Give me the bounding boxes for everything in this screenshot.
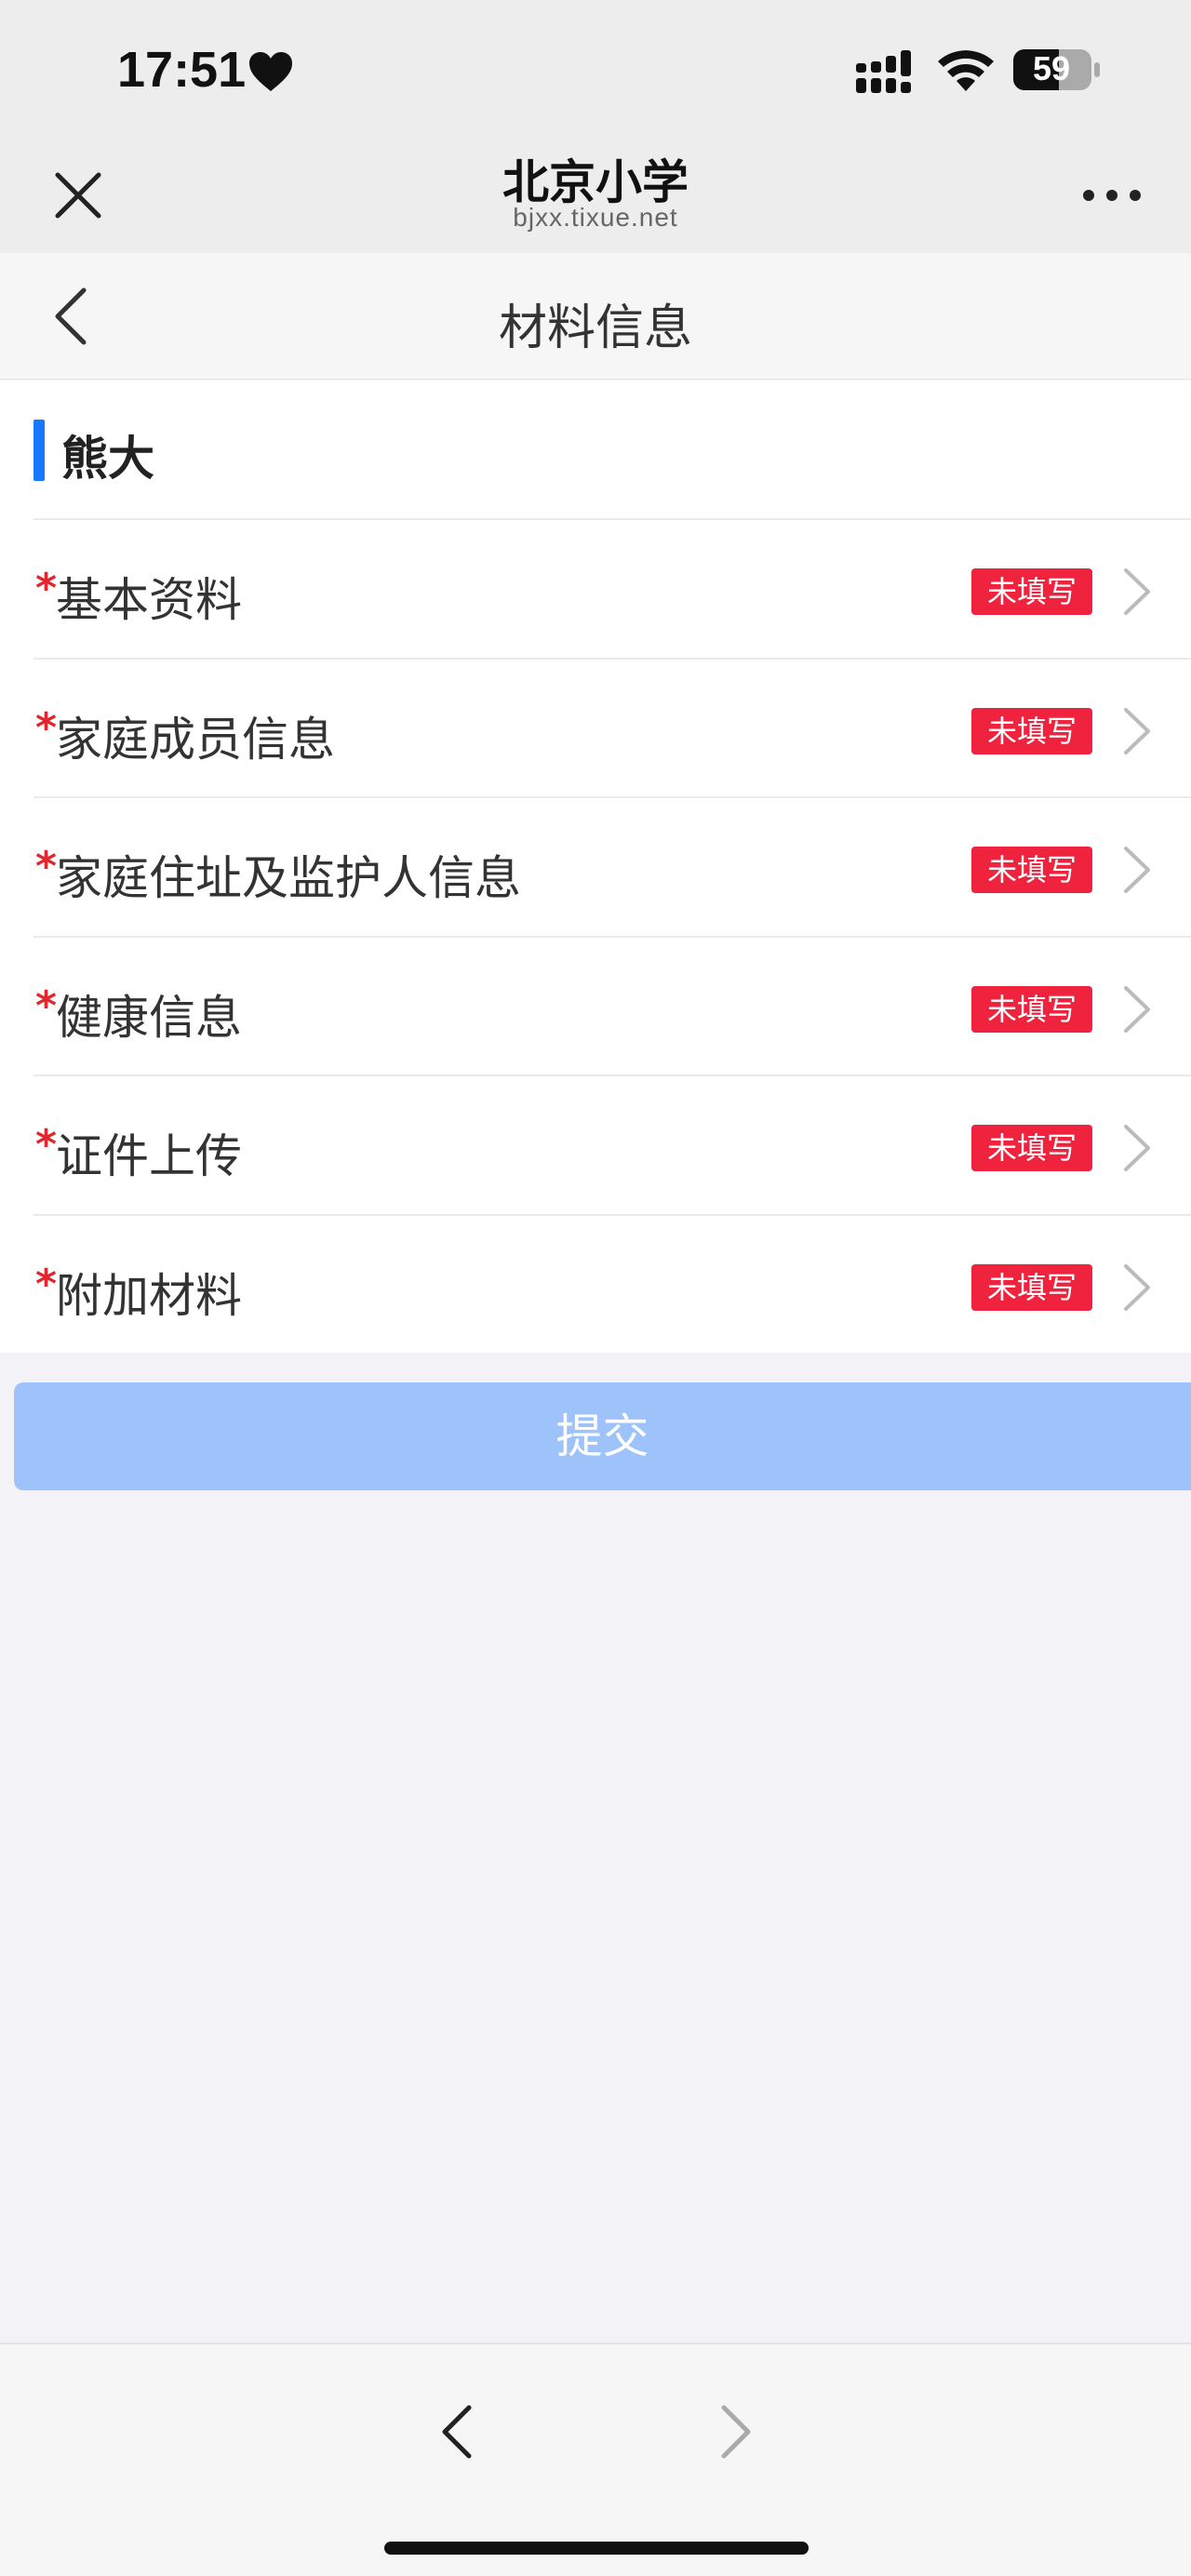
required-marker: *: [35, 565, 58, 612]
material-list: * 基本资料 未填写 * 家庭成员信息 未填写 * 家庭住址及监护人信息 未填写…: [0, 518, 1191, 1353]
required-marker: *: [35, 703, 58, 752]
list-item-address-guardian[interactable]: * 家庭住址及监护人信息 未填写: [33, 796, 1191, 936]
student-accent-bar: [33, 420, 45, 481]
chevron-right-icon: [1124, 707, 1150, 754]
status-time: 17:51: [117, 42, 247, 98]
status-badge: 未填写: [971, 847, 1092, 893]
student-header: 熊大: [0, 380, 1191, 518]
chevron-right-icon: [1124, 847, 1150, 893]
item-label: 附加材料: [56, 1268, 242, 1323]
status-badge: 未填写: [971, 985, 1092, 1033]
item-label: 证件上传: [56, 1129, 242, 1183]
battery-level: 59: [1032, 49, 1071, 87]
home-indicator: [384, 2542, 809, 2555]
heart-icon: [249, 52, 292, 91]
submit-button[interactable]: 提交: [14, 1382, 1191, 1490]
nav-forward-icon[interactable]: [713, 2402, 759, 2462]
status-badge: 未填写: [971, 1125, 1092, 1171]
list-item-family-members[interactable]: * 家庭成员信息 未填写: [33, 657, 1191, 797]
browser-header: 北京小学 bjxx.tixue.net: [0, 140, 1191, 253]
required-marker: *: [35, 981, 58, 1030]
item-label: 家庭住址及监护人信息: [56, 851, 521, 905]
list-item-id-upload[interactable]: * 证件上传 未填写: [33, 1074, 1191, 1214]
page-header: 材料信息: [0, 253, 1191, 380]
more-icon[interactable]: [1079, 179, 1144, 212]
nav-back-icon[interactable]: [434, 2402, 480, 2462]
required-marker: *: [35, 1121, 58, 1168]
chevron-right-icon: [1124, 1125, 1150, 1171]
wifi-icon: [938, 50, 994, 91]
status-badge: 未填写: [971, 1263, 1092, 1311]
item-label: 健康信息: [56, 990, 242, 1045]
item-label: 基本资料: [56, 573, 242, 627]
list-item-basic-info[interactable]: * 基本资料 未填写: [33, 518, 1191, 658]
status-badge: 未填写: [971, 707, 1092, 754]
chevron-right-icon: [1124, 1263, 1150, 1311]
item-label: 家庭成员信息: [56, 712, 335, 767]
status-badge: 未填写: [971, 568, 1092, 615]
signal-icon: [856, 50, 911, 93]
student-name: 熊大: [61, 432, 154, 486]
site-url: bjxx.tixue.net: [513, 203, 678, 232]
browser-bottom-bar: [0, 2342, 1191, 2576]
required-marker: *: [35, 843, 58, 890]
material-card: 熊大 * 基本资料 未填写 * 家庭成员信息 未填写 * 家庭住址及监护人信息 …: [0, 380, 1191, 1353]
chevron-right-icon: [1124, 985, 1150, 1033]
chevron-right-icon: [1124, 568, 1150, 615]
required-marker: *: [35, 1260, 58, 1308]
status-bar: 17:51 59: [0, 0, 1191, 140]
list-item-additional-materials[interactable]: * 附加材料 未填写: [33, 1213, 1191, 1354]
page-title: 材料信息: [498, 300, 692, 356]
list-item-health-info[interactable]: * 健康信息 未填写: [33, 935, 1191, 1075]
